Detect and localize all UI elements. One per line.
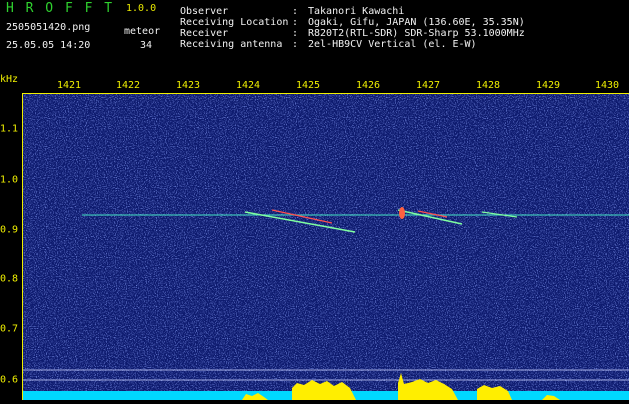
info-separator: : — [292, 39, 299, 50]
file-name: 2505051420.png — [6, 22, 91, 33]
meteor-label: meteor — [124, 26, 161, 37]
datetime: 25.05.05 14:20 — [6, 40, 91, 51]
y-axis-unit: kHz — [0, 74, 19, 85]
x-tick-label: 1421 — [56, 80, 82, 91]
info-separator: : — [292, 28, 299, 39]
y-tick-label: 1.1 — [0, 123, 19, 135]
info-label: Receiving Location — [180, 17, 289, 28]
meteor-count: 34 — [140, 40, 153, 51]
noise-texture — [22, 93, 629, 400]
x-tick-label: 1428 — [475, 80, 501, 91]
info-value: Takanori Kawachi — [308, 6, 405, 17]
x-tick-label: 1427 — [415, 80, 441, 91]
info-value: Ogaki, Gifu, JAPAN (136.60E, 35.35N) — [308, 17, 525, 28]
info-separator: : — [292, 6, 299, 17]
x-tick-label: 1425 — [295, 80, 321, 91]
info-separator: : — [292, 17, 299, 28]
header-panel: H R O F F T 1.0.0 2505051420.png 25.05.0… — [0, 0, 629, 74]
y-tick-label: 0.6 — [0, 374, 19, 386]
y-tick-label: 0.7 — [0, 323, 19, 335]
info-value: R820T2(RTL-SDR) SDR-Sharp 53.1000MHz — [308, 28, 525, 39]
x-tick-label: 1426 — [355, 80, 381, 91]
app-version: 1.0.0 — [126, 3, 157, 14]
info-label: Observer — [180, 6, 229, 17]
info-label: Receiving antenna — [180, 39, 283, 50]
y-axis-line — [22, 93, 23, 400]
meteor-head — [399, 207, 405, 219]
y-tick-label: 1.0 — [0, 174, 19, 186]
x-tick-label: 1423 — [175, 80, 201, 91]
spectrogram-plot — [22, 93, 629, 400]
spectrogram-canvas — [22, 93, 629, 400]
y-tick-label: 0.9 — [0, 224, 19, 236]
x-tick-label: 1424 — [235, 80, 261, 91]
x-tick-label: 1422 — [115, 80, 141, 91]
app-title: H R O F F T — [6, 1, 115, 16]
info-value: 2el-HB9CV Vertical (el. E-W) — [308, 39, 477, 50]
info-label: Receiver — [180, 28, 229, 39]
x-tick-label: 1429 — [535, 80, 561, 91]
x-tick-label: 1430 — [594, 80, 620, 91]
x-axis-line — [22, 93, 629, 94]
y-tick-label: 0.8 — [0, 273, 19, 285]
